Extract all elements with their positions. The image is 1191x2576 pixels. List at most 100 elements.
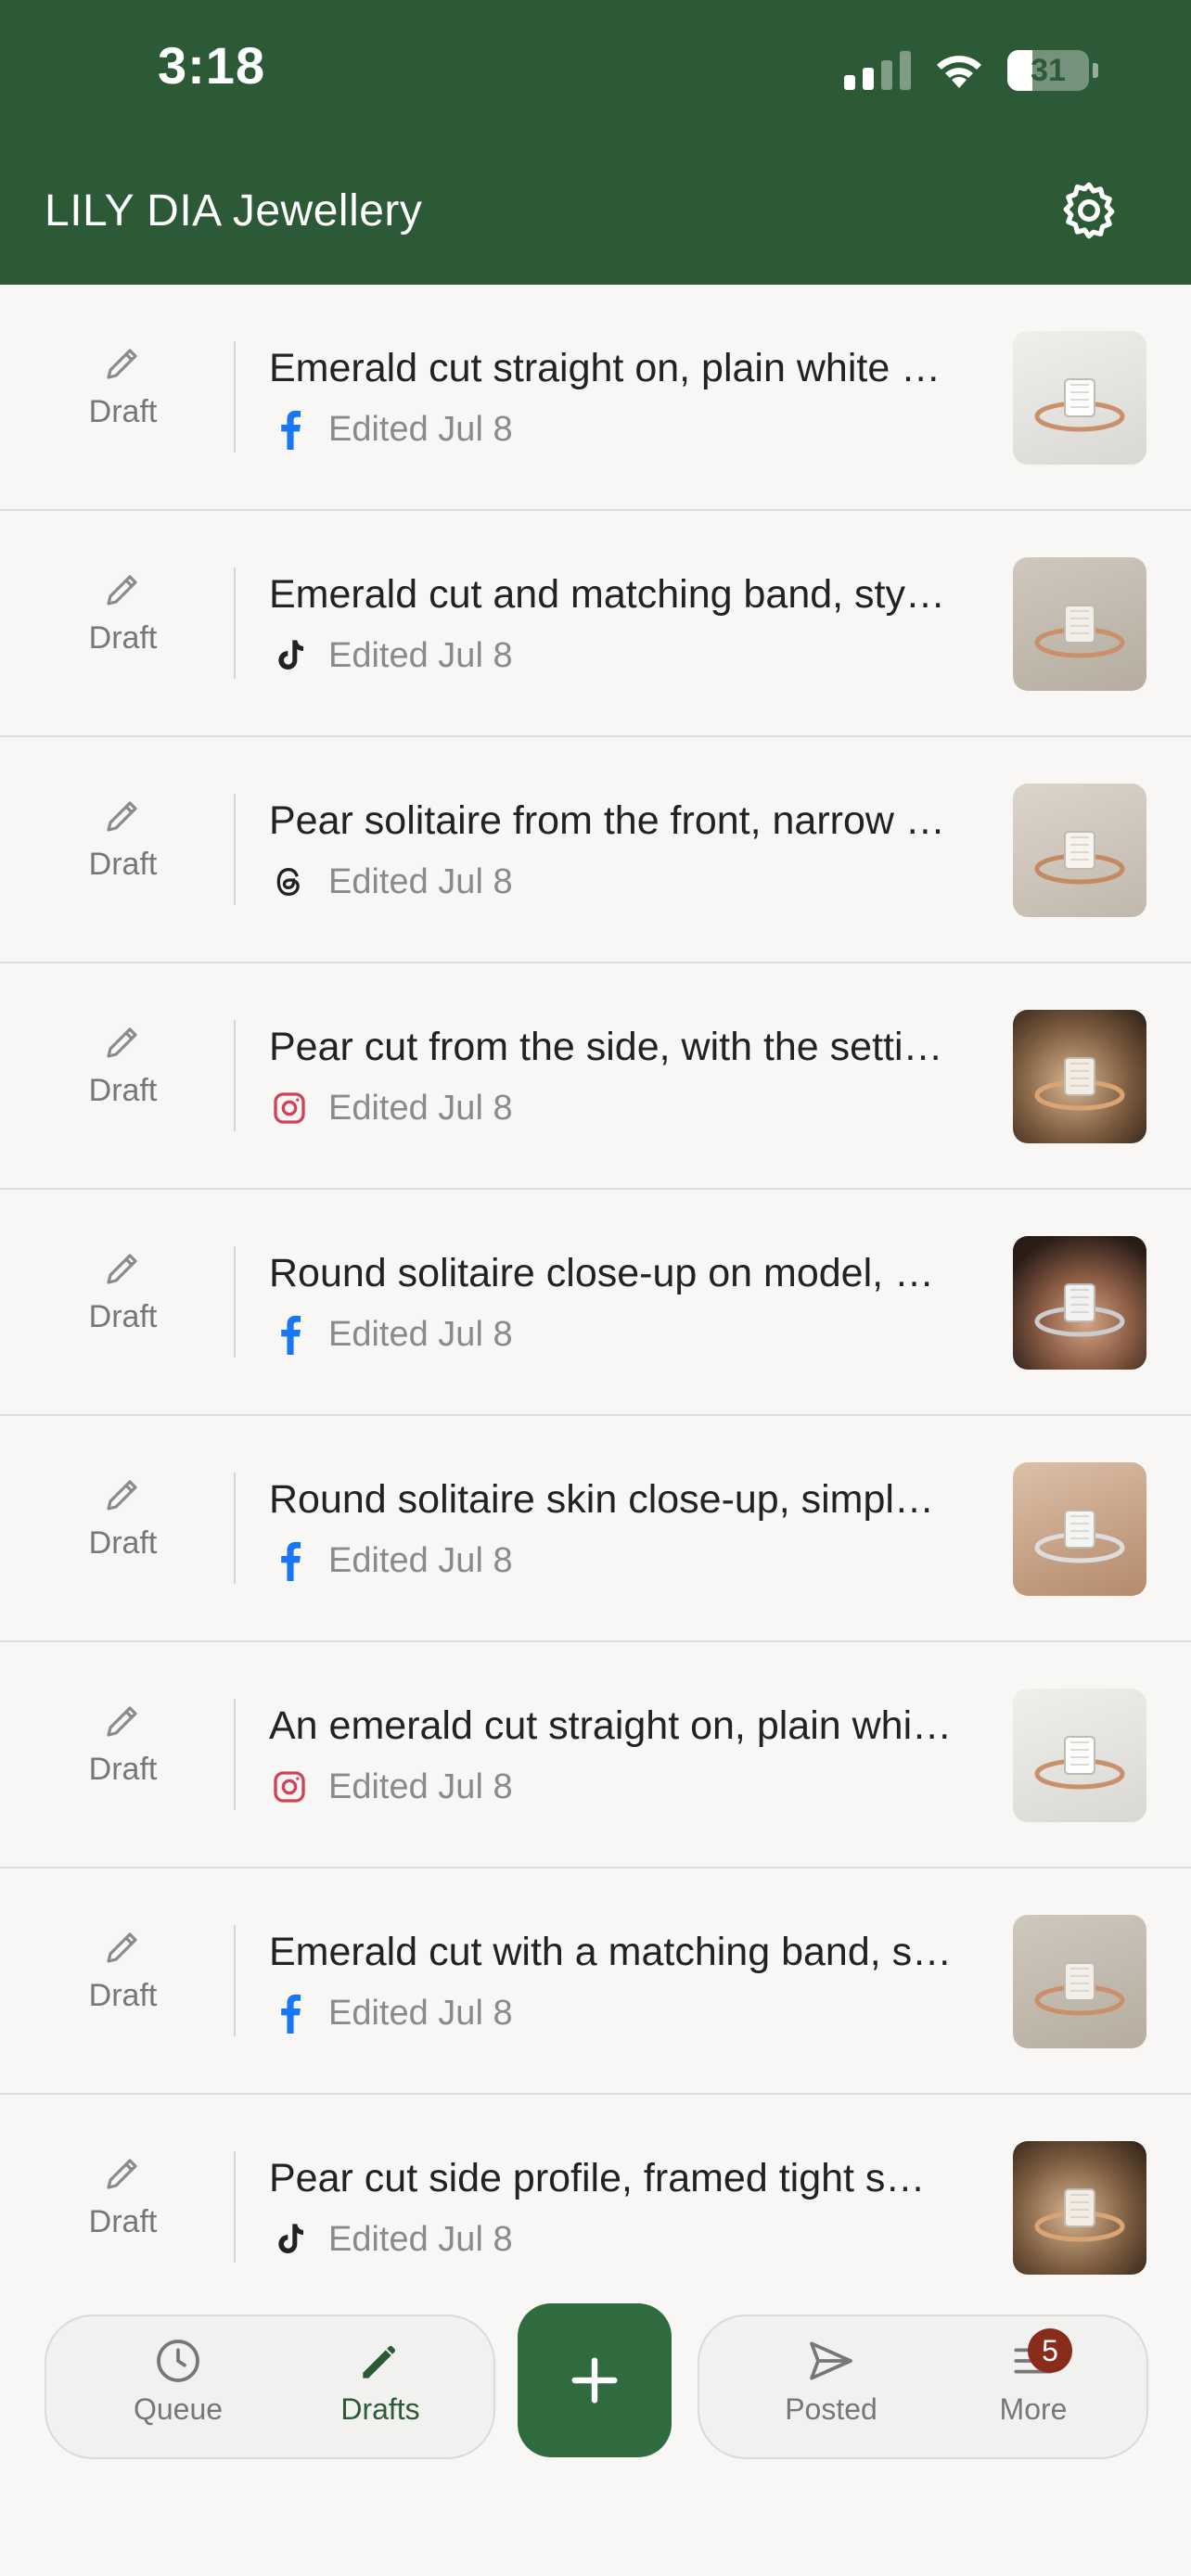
clock-icon [157,2340,199,2382]
pencil-icon [106,1706,137,1737]
draft-row[interactable]: Draft Pear cut from the side, with the se… [0,963,1191,1190]
pencil-icon [106,575,137,606]
network-badge [269,1088,310,1129]
draft-thumbnail [1013,557,1146,691]
pencil-icon [106,1932,137,1963]
draft-meta: Edited Jul 8 [269,1766,513,1807]
network-badge [269,409,310,450]
settings-button[interactable] [1057,178,1121,243]
draft-row[interactable]: Draft Emerald cut straight on, plain whit… [0,285,1191,511]
app-header: 3:18 31 LILY DIA Jewellery [0,0,1191,285]
send-icon [810,2341,852,2380]
network-badge [269,2219,310,2260]
draft-row[interactable]: Draft Round solitaire close-up on model, … [0,1190,1191,1416]
ring-photo-icon [1034,2188,1125,2242]
row-divider [234,1246,236,1358]
tiktok-icon [278,2224,303,2253]
ring-photo-icon [1034,1057,1125,1111]
draft-title: Round solitaire close-up on model, … [269,1251,935,1295]
draft-row[interactable]: Draft Emerald cut and matching band, sty…… [0,511,1191,737]
draft-title: Emerald cut and matching band, sty… [269,572,945,617]
facebook-icon [281,1541,301,1581]
draft-status-label: Draft [88,847,158,882]
tab-queue-label: Queue [133,2392,224,2426]
draft-status: Draft [37,793,209,883]
row-divider [234,1020,236,1131]
draft-status-label: Draft [88,394,158,429]
draft-status: Draft [37,1698,209,1788]
tab-drafts[interactable]: Drafts [288,2335,473,2427]
draft-title: Emerald cut with a matching band, s… [269,1930,953,1974]
row-divider [234,341,236,453]
draft-edited: Edited Jul 8 [328,1088,513,1128]
draft-thumbnail [1013,784,1146,917]
pencil-icon [106,2159,137,2189]
draft-meta: Edited Jul 8 [269,1314,513,1355]
draft-meta: Edited Jul 8 [269,1088,513,1129]
facebook-icon [281,1315,301,1355]
draft-edited: Edited Jul 8 [328,1993,513,2033]
draft-row[interactable]: Draft Pear solitaire from the front, narr… [0,737,1191,963]
draft-title: Pear solitaire from the front, narrow … [269,798,945,843]
draft-thumbnail [1013,1010,1146,1143]
draft-row[interactable]: Draft Emerald cut with a matching band, s… [0,1868,1191,2095]
draft-thumbnail [1013,1689,1146,1822]
draft-row[interactable]: Draft Round solitaire skin close-up, simp… [0,1416,1191,1642]
row-divider [234,1473,236,1584]
draft-thumbnail [1013,331,1146,465]
row-divider [234,567,236,679]
draft-meta: Edited Jul 8 [269,2219,513,2260]
draft-list: Draft Emerald cut straight on, plain whit… [0,285,1191,2321]
battery-icon: 31 [1007,50,1089,91]
more-notification-badge: 5 [1028,2328,1072,2373]
tiktok-icon [278,640,303,670]
pencil-icon [363,2345,396,2378]
draft-title: Round solitaire skin close-up, simpl… [269,1477,934,1522]
draft-status-label: Draft [88,1299,158,1334]
draft-status-label: Draft [88,1752,158,1787]
draft-status: Draft [37,340,209,430]
instagram-icon [274,1092,305,1124]
draft-status-label: Draft [88,1978,158,2013]
cellular-signal-icon [844,51,911,90]
gear-icon [1063,182,1115,239]
ring-photo-icon [1034,1510,1125,1563]
draft-row[interactable]: Draft An emerald cut straight on, plain w… [0,1642,1191,1868]
tab-posted-label: Posted [785,2392,877,2426]
draft-edited: Edited Jul 8 [328,635,513,675]
draft-status-label: Draft [88,2204,158,2239]
ring-photo-icon [1034,831,1125,885]
network-badge [269,1540,310,1581]
nav-group-right: Posted More [698,2315,1148,2459]
draft-status: Draft [37,2150,209,2240]
draft-title: An emerald cut straight on, plain whi… [269,1703,953,1748]
draft-status: Draft [37,1245,209,1335]
ring-photo-icon [1034,1736,1125,1790]
draft-edited: Edited Jul 8 [328,409,513,449]
pencil-icon [106,1480,137,1511]
draft-edited: Edited Jul 8 [328,1540,513,1580]
draft-status-label: Draft [88,1525,158,1561]
ring-photo-icon [1034,605,1125,658]
pencil-icon [106,1254,137,1284]
app-title: LILY DIA Jewellery [45,186,423,236]
ring-photo-icon [1034,378,1125,432]
nav-group-left: Queue Drafts [45,2315,495,2459]
network-badge [269,861,310,902]
ring-photo-icon [1034,1962,1125,2016]
wifi-icon [937,56,981,88]
draft-thumbnail [1013,1462,1146,1596]
draft-status-label: Draft [88,620,158,656]
tab-queue[interactable]: Queue [85,2335,271,2427]
draft-status: Draft [37,1924,209,2014]
draft-title: Pear cut side profile, framed tight s… [269,2156,926,2200]
network-badge [269,635,310,676]
draft-meta: Edited Jul 8 [269,1540,513,1581]
network-badge [269,1766,310,1807]
draft-status: Draft [37,1472,209,1562]
create-post-button[interactable] [518,2303,672,2457]
battery-level: 31 [1031,52,1066,88]
tab-posted[interactable]: Posted [738,2335,924,2427]
draft-meta: Edited Jul 8 [269,635,513,676]
draft-edited: Edited Jul 8 [328,1766,513,1806]
